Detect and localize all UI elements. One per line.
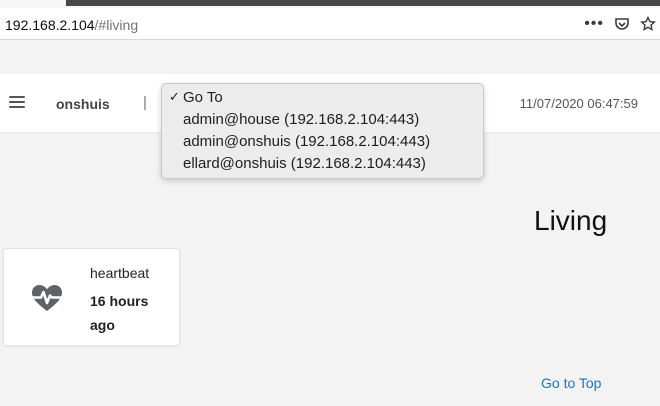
checkmark-icon: ✓ (169, 89, 180, 104)
heartbeat-card[interactable]: heartbeat 16 hours ago (3, 248, 180, 346)
header-datetime: 11/07/2020 06:47:59 (519, 96, 638, 111)
card-status-value: 16 hours ago (90, 293, 149, 333)
goto-dropdown-menu[interactable]: ✓ Go To admin@house (192.168.2.104:443) … (161, 83, 484, 179)
url-path: /#living (94, 17, 139, 33)
url-text[interactable]: 192.168.2.104/#living (5, 17, 138, 33)
address-bar[interactable]: 192.168.2.104/#living ••• (0, 8, 660, 40)
browser-tab-bar (66, 0, 660, 6)
header-separator: | (143, 94, 147, 111)
card-device-name: heartbeat (90, 265, 150, 281)
dropdown-option-admin-house[interactable]: admin@house (192.168.2.104:443) (183, 111, 419, 128)
dropdown-option-goto[interactable]: Go To (183, 89, 223, 106)
bookmark-star-icon[interactable] (640, 16, 656, 32)
page-actions-icon[interactable]: ••• (584, 15, 604, 33)
dropdown-option-ellard-onshuis[interactable]: ellard@onshuis (192.168.2.104:443) (183, 155, 426, 172)
heartbeat-icon (30, 283, 64, 318)
url-host: 192.168.2.104 (5, 17, 95, 33)
go-to-top-link[interactable]: Go to Top (541, 375, 601, 391)
page-title: Living (534, 205, 608, 236)
dropdown-option-admin-onshuis[interactable]: admin@onshuis (192.168.2.104:443) (183, 133, 430, 150)
menu-icon[interactable] (9, 96, 25, 111)
brand-name[interactable]: onshuis (56, 96, 110, 112)
address-bar-actions: ••• (584, 12, 660, 36)
browser-tab-strip (0, 0, 660, 8)
pocket-icon[interactable] (614, 16, 630, 32)
